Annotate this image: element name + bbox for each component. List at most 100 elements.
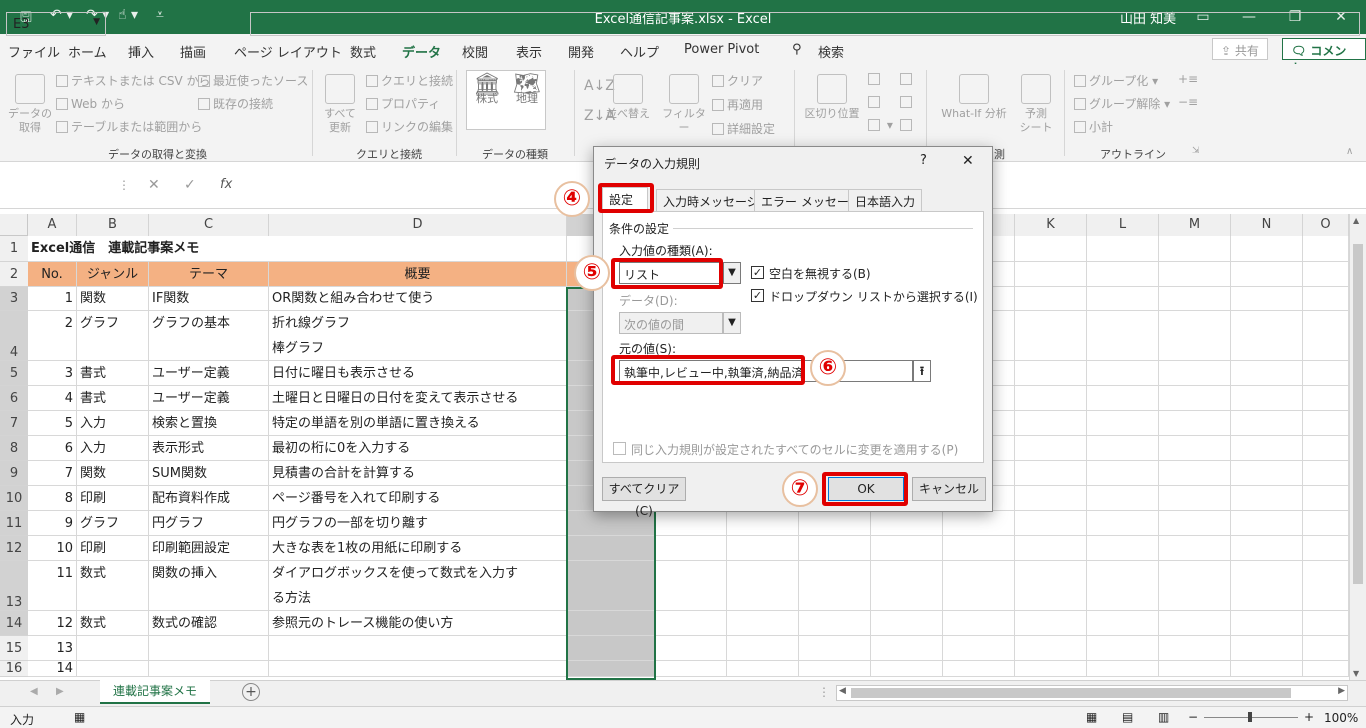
cell[interactable] <box>1303 536 1349 561</box>
column-header[interactable]: B <box>77 214 149 236</box>
cell[interactable] <box>1231 236 1303 262</box>
cell[interactable] <box>727 661 799 677</box>
cell-summary[interactable]: 特定の単語を別の単語に置き換える <box>269 411 567 436</box>
stocks-button[interactable]: 🏛 株式 <box>468 74 506 106</box>
row-header[interactable]: 10 <box>0 486 28 511</box>
filter-button[interactable]: フィルター <box>660 74 708 135</box>
select-all-corner[interactable] <box>0 214 28 236</box>
scroll-thumb[interactable] <box>1353 244 1363 584</box>
table-header[interactable]: ジャンル <box>77 262 149 287</box>
cell[interactable] <box>1159 386 1231 411</box>
cell-genre[interactable]: 入力 <box>77 436 149 461</box>
cell[interactable] <box>1015 486 1087 511</box>
tab-file[interactable]: ファイル <box>8 42 60 61</box>
cell[interactable] <box>1087 636 1159 661</box>
cell[interactable] <box>655 561 727 611</box>
cell-no[interactable]: 12 <box>28 611 77 636</box>
row-header[interactable]: 2 <box>0 262 28 287</box>
cell-no[interactable]: 3 <box>28 361 77 386</box>
cell-summary[interactable]: OR関数と組み合わせて使う <box>269 287 567 311</box>
cell[interactable] <box>1231 386 1303 411</box>
zoom-level[interactable]: 100% <box>1324 711 1358 725</box>
row-header[interactable]: 15 <box>0 636 28 661</box>
cell[interactable] <box>1087 436 1159 461</box>
cell[interactable] <box>1231 411 1303 436</box>
enter-icon[interactable]: ✓ <box>184 177 196 193</box>
flash-fill-icon[interactable] <box>868 72 883 86</box>
cell[interactable] <box>1231 361 1303 386</box>
cell-genre[interactable]: 関数 <box>77 287 149 311</box>
scroll-right-icon[interactable]: ▶ <box>1338 686 1345 696</box>
reapply-button[interactable]: 再適用 <box>712 96 763 113</box>
cell[interactable] <box>799 661 871 677</box>
cell[interactable] <box>1087 561 1159 611</box>
cell[interactable] <box>1303 561 1349 611</box>
tab-search[interactable]: 検索 <box>818 42 844 61</box>
selected-cell[interactable] <box>567 636 655 661</box>
cell-theme[interactable]: ユーザー定義 <box>149 361 269 386</box>
cell[interactable] <box>943 661 1015 677</box>
cell[interactable] <box>1087 411 1159 436</box>
cell[interactable] <box>727 536 799 561</box>
sort-button[interactable]: 並べ替え <box>606 74 650 121</box>
cell-genre[interactable] <box>77 636 149 661</box>
cell[interactable] <box>1231 561 1303 611</box>
cell[interactable] <box>1159 236 1231 262</box>
cell-theme[interactable]: 関数の挿入 <box>149 561 269 611</box>
what-if-button[interactable]: What-If 分析 <box>934 74 1014 121</box>
cell[interactable] <box>871 611 943 636</box>
share-button[interactable]: ⇪ 共有 <box>1212 38 1268 60</box>
consolidate-icon[interactable] <box>900 72 915 86</box>
page-break-view-icon[interactable]: ▥ <box>1158 710 1169 724</box>
cell[interactable] <box>269 236 567 262</box>
tab-help[interactable]: ヘルプ <box>620 42 659 61</box>
cell-theme[interactable]: ユーザー定義 <box>149 386 269 411</box>
selected-cell[interactable] <box>567 611 655 636</box>
close-icon[interactable]: ✕ <box>962 153 974 169</box>
tab-power-pivot[interactable]: Power Pivot <box>684 42 759 57</box>
cell-no[interactable]: 4 <box>28 386 77 411</box>
cell-no[interactable]: 9 <box>28 511 77 536</box>
cell[interactable] <box>1087 311 1159 361</box>
cell[interactable] <box>799 536 871 561</box>
cell[interactable] <box>1303 486 1349 511</box>
cell-summary[interactable]: 大きな表を1枚の用紙に印刷する <box>269 536 567 561</box>
cell[interactable] <box>1303 436 1349 461</box>
cell[interactable] <box>1015 561 1087 611</box>
cell[interactable] <box>77 236 149 262</box>
cell[interactable] <box>1015 411 1087 436</box>
zoom-out-icon[interactable]: − <box>1188 710 1198 724</box>
cell[interactable] <box>1303 611 1349 636</box>
help-icon[interactable]: ? <box>920 153 927 168</box>
table-header[interactable]: No. <box>28 262 77 287</box>
cell-no[interactable]: 6 <box>28 436 77 461</box>
cell[interactable] <box>1015 311 1087 361</box>
cell-genre[interactable]: 印刷 <box>77 486 149 511</box>
cell[interactable] <box>1087 236 1159 262</box>
cell[interactable] <box>1015 636 1087 661</box>
zoom-slider-thumb[interactable] <box>1248 712 1252 722</box>
group-button[interactable]: グループ化 ▾ <box>1074 72 1158 89</box>
tab-ime-mode[interactable]: 日本語入力 <box>848 189 923 211</box>
cell[interactable] <box>943 561 1015 611</box>
cell-no[interactable]: 11 <box>28 561 77 611</box>
cell-theme[interactable]: グラフの基本 <box>149 311 269 361</box>
column-header[interactable]: M <box>1159 214 1231 236</box>
cell-genre[interactable]: 数式 <box>77 611 149 636</box>
scroll-left-icon[interactable]: ◀ <box>839 686 846 696</box>
cell[interactable] <box>655 661 727 677</box>
cell-genre[interactable]: 印刷 <box>77 536 149 561</box>
cell[interactable] <box>1303 411 1349 436</box>
cell-no[interactable]: 13 <box>28 636 77 661</box>
cell[interactable] <box>1087 661 1159 677</box>
collapse-ribbon-icon[interactable]: ∧ <box>1346 146 1353 157</box>
cell[interactable] <box>1159 486 1231 511</box>
cell[interactable] <box>1159 436 1231 461</box>
zoom-slider[interactable] <box>1204 712 1298 722</box>
refresh-all-button[interactable]: すべて 更新 <box>320 74 360 135</box>
cell[interactable] <box>871 561 943 611</box>
hide-detail-icon[interactable]: −≡ <box>1178 95 1198 109</box>
ignore-blank-checkbox[interactable]: ✓ <box>751 266 764 279</box>
cell[interactable] <box>1159 536 1231 561</box>
cell[interactable] <box>1015 361 1087 386</box>
